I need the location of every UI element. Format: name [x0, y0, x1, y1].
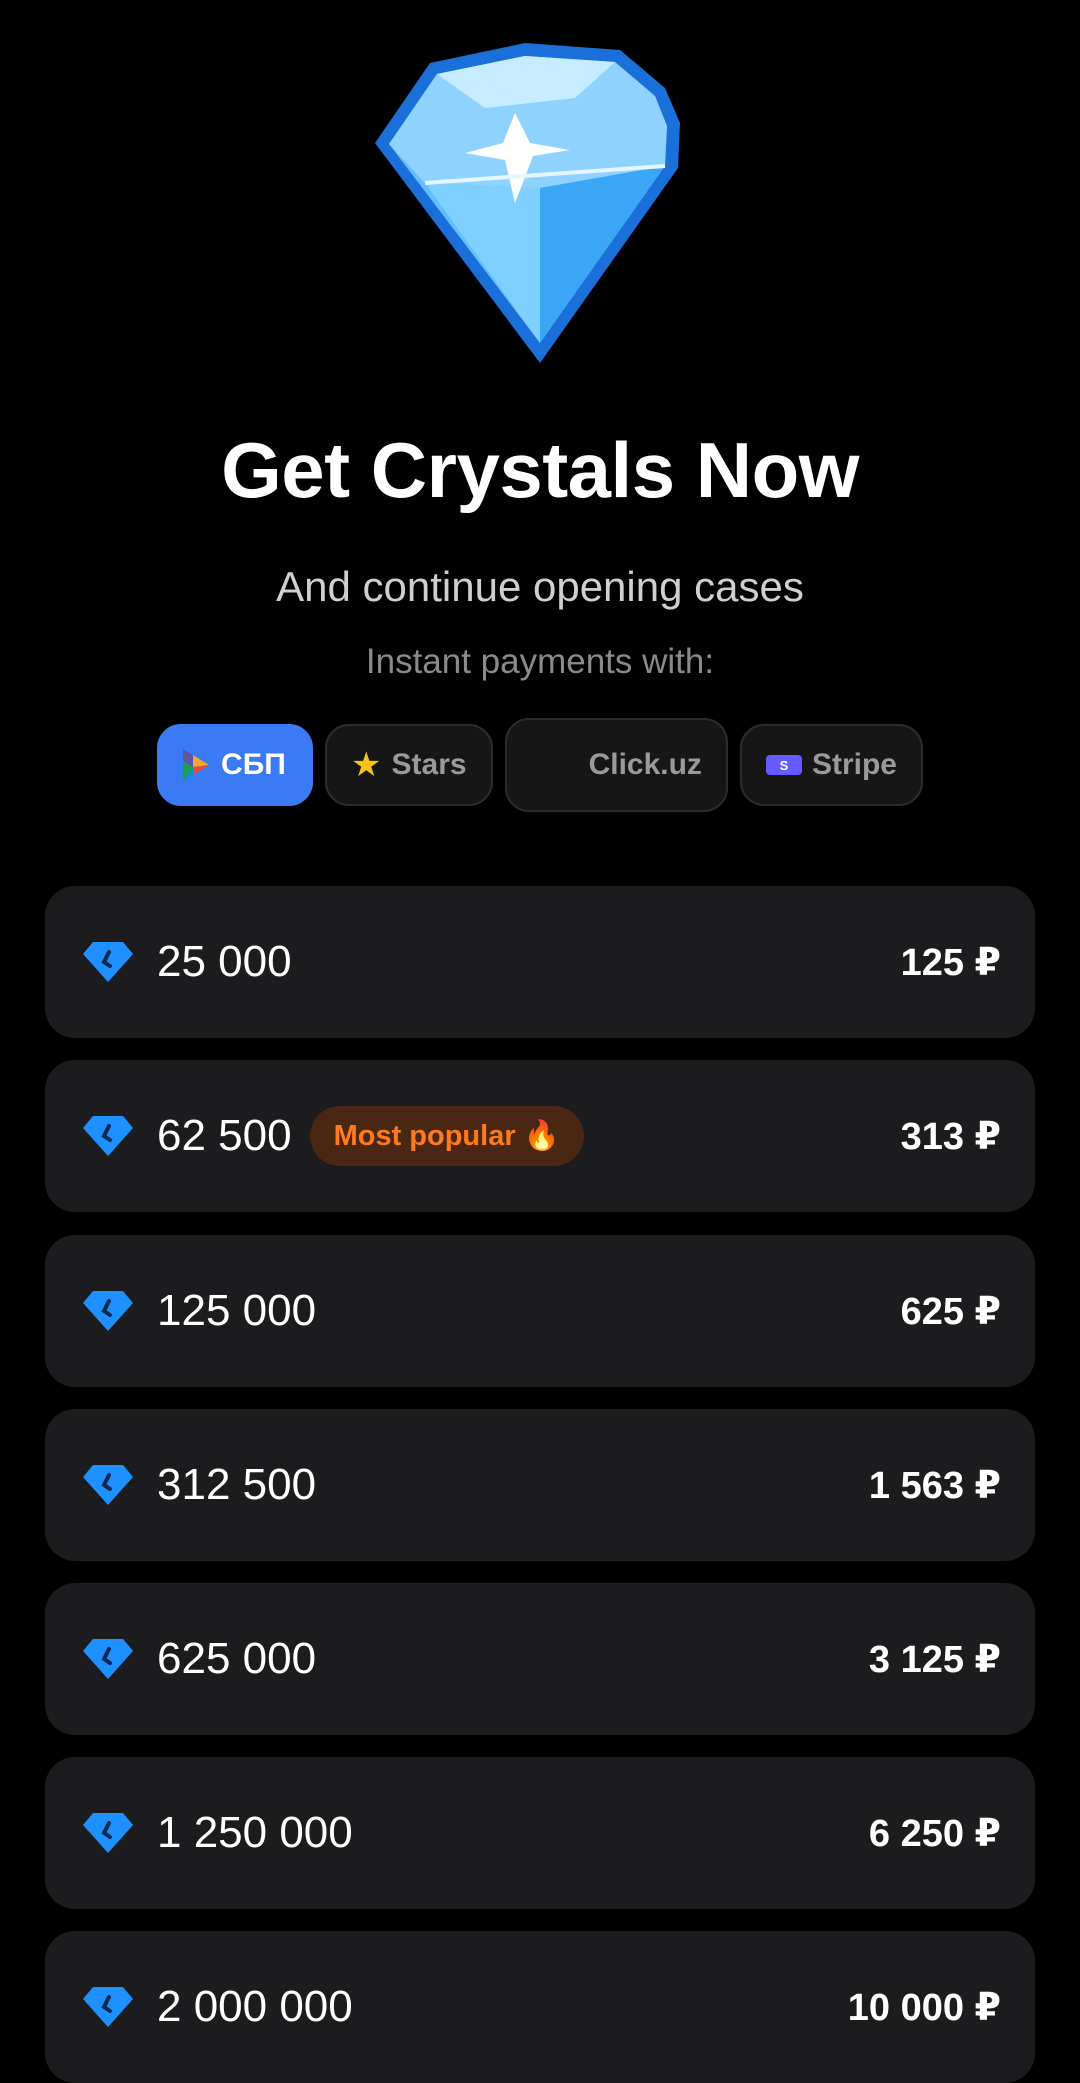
- hero-section: [0, 0, 1080, 400]
- payment-method-stars[interactable]: ★ Stars: [325, 724, 493, 806]
- package-amount: 25 000: [157, 937, 292, 986]
- payment-method-label: Stripe: [811, 748, 897, 781]
- crystal-icon: [83, 1291, 133, 1331]
- crystal-icon: [83, 1987, 133, 2027]
- package-row[interactable]: 312 500 1 563 ₽: [45, 1409, 1035, 1561]
- most-popular-badge: Most popular 🔥: [309, 1106, 584, 1166]
- page-subtitle: And continue opening cases: [276, 563, 804, 610]
- uzbekistan-flag-icon: [531, 741, 579, 789]
- package-amount: 62 500: [157, 1111, 292, 1160]
- package-amount: 1 250 000: [157, 1808, 353, 1857]
- package-price: 3 125 ₽: [868, 1638, 1001, 1681]
- package-price: 125 ₽: [900, 941, 1001, 984]
- package-row[interactable]: 62 500 Most popular 🔥 313 ₽: [45, 1060, 1035, 1212]
- star-icon: ★: [351, 746, 382, 784]
- page-title: Get Crystals Now: [221, 426, 859, 514]
- payment-method-label: Click.uz: [588, 748, 702, 781]
- package-price: 10 000 ₽: [847, 1986, 1001, 2029]
- crystal-icon: [83, 1465, 133, 1505]
- package-price: 1 563 ₽: [868, 1464, 1001, 1507]
- payment-method-sbp[interactable]: СБП: [157, 724, 314, 806]
- payment-methods: СБП ★ Stars Click.uz S Stripe: [0, 718, 1080, 812]
- crystal-hero-icon: [375, 43, 680, 363]
- package-amount: 312 500: [157, 1460, 317, 1509]
- package-row[interactable]: 25 000 125 ₽: [45, 886, 1035, 1038]
- package-row[interactable]: 125 000 625 ₽: [45, 1235, 1035, 1387]
- crystal-icon: [83, 942, 133, 982]
- package-row[interactable]: 2 000 000 10 000 ₽: [45, 1931, 1035, 2083]
- crystal-icon: [83, 1116, 133, 1156]
- package-row[interactable]: 1 250 000 6 250 ₽: [45, 1757, 1035, 1909]
- package-price: 6 250 ₽: [868, 1812, 1001, 1855]
- sbp-logo-icon: [181, 747, 211, 783]
- crystal-icon: [83, 1813, 133, 1853]
- package-amount: 2 000 000: [157, 1982, 353, 2031]
- crystal-icon: [83, 1639, 133, 1679]
- payment-method-click-uz[interactable]: Click.uz: [504, 718, 728, 812]
- package-price: 313 ₽: [900, 1115, 1001, 1158]
- payment-method-stripe[interactable]: S Stripe: [739, 724, 923, 806]
- payment-method-label: СБП: [221, 748, 286, 781]
- package-price: 625 ₽: [900, 1290, 1001, 1333]
- package-amount: 125 000: [157, 1286, 317, 1335]
- package-amount: 625 000: [157, 1634, 317, 1683]
- payment-method-label: Stars: [391, 748, 467, 781]
- payments-label: Instant payments with:: [365, 642, 715, 681]
- stripe-logo-icon: S: [765, 755, 802, 775]
- package-row[interactable]: 625 000 3 125 ₽: [45, 1583, 1035, 1735]
